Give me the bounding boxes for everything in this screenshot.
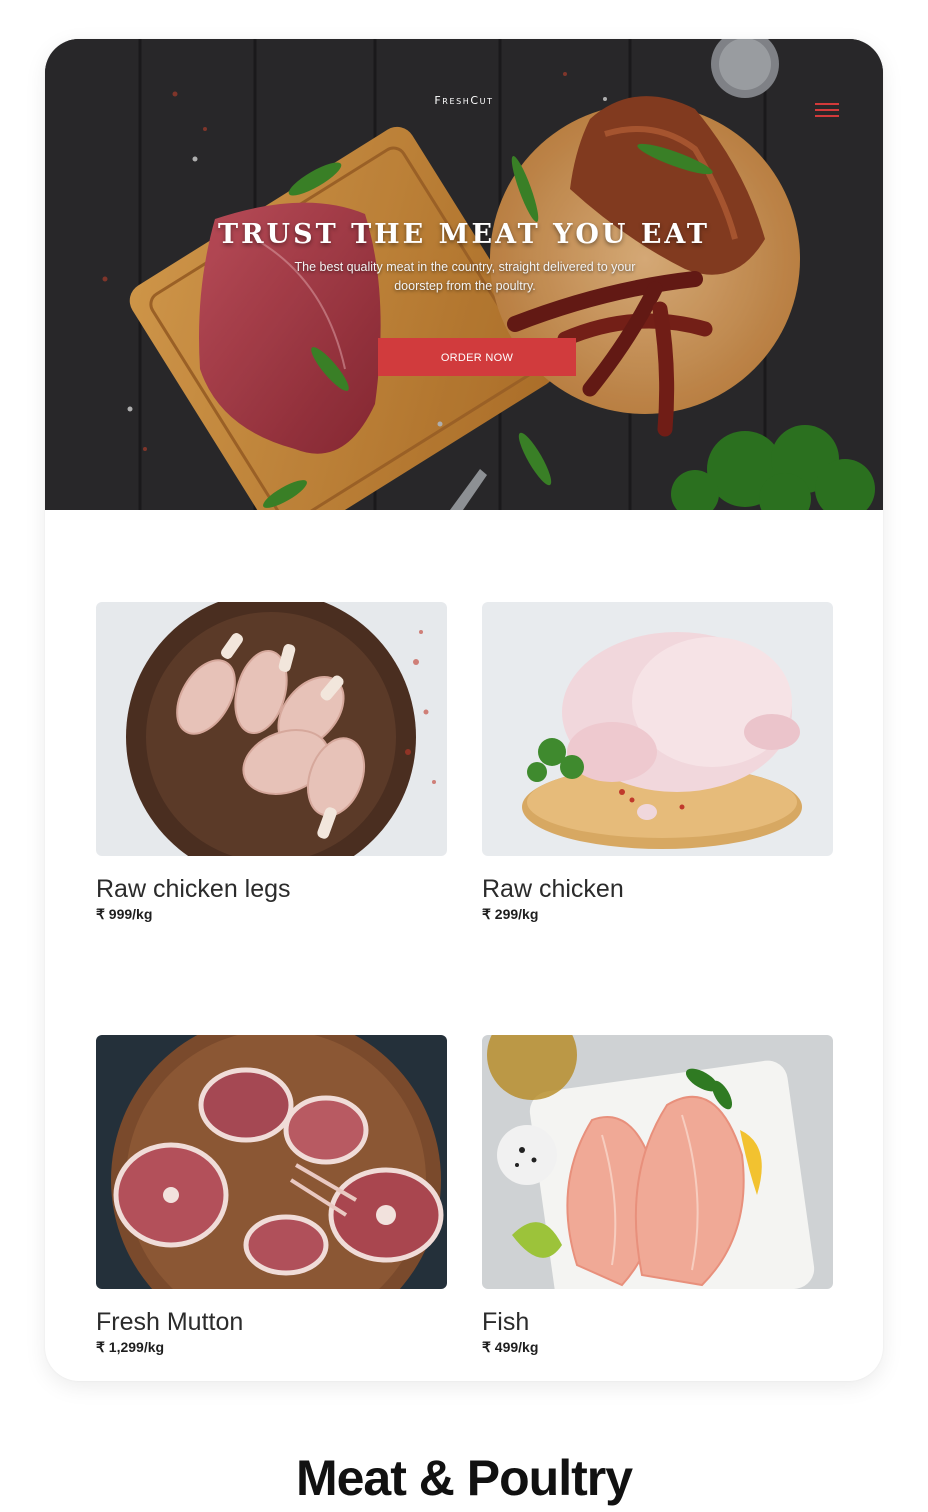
hero-banner: FreshCut TRUST THE MEAT YOU EAT The best… xyxy=(45,39,883,510)
product-name[interactable]: Raw chicken legs xyxy=(96,874,447,904)
product-image-fish[interactable] xyxy=(482,1035,833,1289)
product-image-fresh-mutton[interactable] xyxy=(96,1035,447,1289)
product-card[interactable]: Raw chicken legs ₹ 999/kg xyxy=(96,602,447,923)
product-name[interactable]: Raw chicken xyxy=(482,874,833,904)
order-now-button[interactable]: ORDER NOW xyxy=(378,338,576,376)
hamburger-menu-icon[interactable] xyxy=(815,103,839,119)
product-price: ₹ 299/kg xyxy=(482,906,539,922)
menu-line xyxy=(815,109,839,111)
landing-page-card: FreshCut TRUST THE MEAT YOU EAT The best… xyxy=(45,39,883,1381)
product-price: ₹ 999/kg xyxy=(96,906,153,922)
product-price: ₹ 499/kg xyxy=(482,1339,539,1355)
product-card[interactable]: Fresh Mutton ₹ 1,299/kg xyxy=(96,1035,447,1356)
product-card[interactable]: Raw chicken ₹ 299/kg xyxy=(482,602,833,923)
product-price: ₹ 1,299/kg xyxy=(96,1339,165,1355)
menu-line xyxy=(815,115,839,117)
menu-line xyxy=(815,103,839,105)
section-title: Meat & Poultry xyxy=(295,1450,633,1506)
product-name[interactable]: Fresh Mutton xyxy=(96,1307,447,1337)
product-image-chicken-legs[interactable] xyxy=(96,602,447,856)
product-image-raw-chicken[interactable] xyxy=(482,602,833,856)
product-name[interactable]: Fish xyxy=(482,1307,833,1337)
hero-title: TRUST THE MEAT YOU EAT xyxy=(218,219,710,250)
hero-subtitle: The best quality meat in the country, st… xyxy=(294,260,636,293)
product-card[interactable]: Fish ₹ 499/kg xyxy=(482,1035,833,1356)
brand-logo[interactable]: FreshCut xyxy=(45,94,883,107)
